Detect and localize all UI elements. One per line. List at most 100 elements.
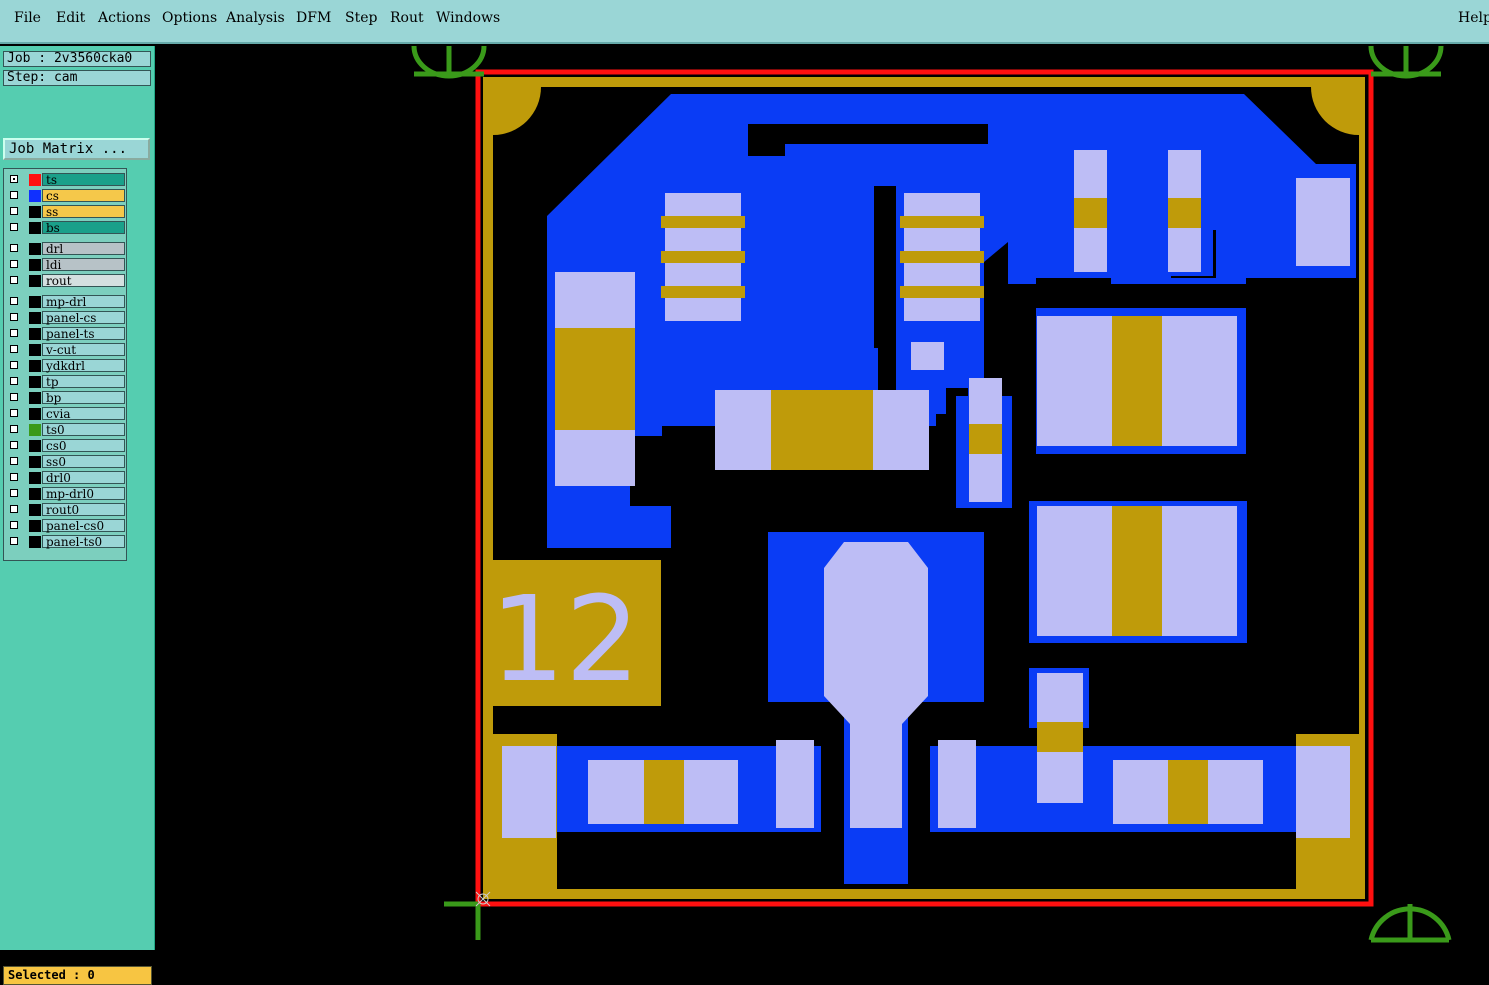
layer-name[interactable]: ydkdrl bbox=[42, 359, 125, 373]
layer-name[interactable]: ss0 bbox=[42, 455, 125, 469]
layer-color-swatch[interactable] bbox=[29, 536, 41, 548]
layer-row-v-cut[interactable]: v-cut bbox=[7, 343, 125, 357]
layer-color-swatch[interactable] bbox=[29, 504, 41, 516]
layer-color-swatch[interactable] bbox=[29, 472, 41, 484]
layer-color-swatch[interactable] bbox=[29, 243, 41, 255]
layer-name[interactable]: bs bbox=[42, 221, 125, 235]
layer-row-panel-ts[interactable]: panel-ts bbox=[7, 327, 125, 341]
layer-name[interactable]: panel-cs0 bbox=[42, 519, 125, 533]
layer-name[interactable]: mp-drl0 bbox=[42, 487, 125, 501]
layer-name[interactable]: drl bbox=[42, 242, 125, 256]
layer-checkbox[interactable] bbox=[10, 345, 18, 353]
layer-name[interactable]: cs bbox=[42, 189, 125, 203]
layer-color-swatch[interactable] bbox=[29, 296, 41, 308]
layer-checkbox[interactable] bbox=[10, 457, 18, 465]
layer-color-swatch[interactable] bbox=[29, 328, 41, 340]
menu-rout[interactable]: Rout bbox=[390, 10, 424, 26]
layer-checkbox[interactable] bbox=[10, 489, 18, 497]
layer-name[interactable]: panel-ts0 bbox=[42, 535, 125, 549]
layer-row-drl[interactable]: drl bbox=[7, 242, 125, 256]
layer-checkbox[interactable] bbox=[10, 521, 18, 529]
layer-checkbox[interactable] bbox=[10, 473, 18, 481]
layer-name[interactable]: panel-cs bbox=[42, 311, 125, 325]
layer-color-swatch[interactable] bbox=[29, 520, 41, 532]
layer-color-swatch[interactable] bbox=[29, 408, 41, 420]
layer-checkbox[interactable] bbox=[10, 223, 18, 231]
layer-checkbox[interactable] bbox=[10, 361, 18, 369]
layer-name[interactable]: tp bbox=[42, 375, 125, 389]
layer-color-swatch[interactable] bbox=[29, 275, 41, 287]
layer-row-ts[interactable]: ts bbox=[7, 173, 125, 187]
layer-name[interactable]: drl0 bbox=[42, 471, 125, 485]
graphics-canvas[interactable]: 12 bbox=[156, 46, 1489, 950]
menu-edit[interactable]: Edit bbox=[56, 10, 85, 26]
menu-options[interactable]: Options bbox=[162, 10, 217, 26]
layer-checkbox[interactable] bbox=[10, 313, 18, 321]
layer-row-drl0[interactable]: drl0 bbox=[7, 471, 125, 485]
layer-color-swatch[interactable] bbox=[29, 344, 41, 356]
layer-row-bs[interactable]: bs bbox=[7, 221, 125, 235]
layer-name[interactable]: ss bbox=[42, 205, 125, 219]
layer-name[interactable]: cvia bbox=[42, 407, 125, 421]
layer-row-panel-cs0[interactable]: panel-cs0 bbox=[7, 519, 125, 533]
layer-row-rout0[interactable]: rout0 bbox=[7, 503, 125, 517]
layer-row-bp[interactable]: bp bbox=[7, 391, 125, 405]
layer-checkbox[interactable] bbox=[10, 425, 18, 433]
layer-color-swatch[interactable] bbox=[29, 259, 41, 271]
layer-row-cs0[interactable]: cs0 bbox=[7, 439, 125, 453]
layer-checkbox[interactable] bbox=[10, 505, 18, 513]
layer-row-ldi[interactable]: ldi bbox=[7, 258, 125, 272]
layer-checkbox[interactable] bbox=[10, 207, 18, 215]
menu-file[interactable]: File bbox=[14, 10, 41, 26]
layer-checkbox[interactable] bbox=[10, 191, 18, 199]
layer-color-swatch[interactable] bbox=[29, 190, 41, 202]
menu-dfm[interactable]: DFM bbox=[296, 10, 331, 26]
layer-row-mp-drl[interactable]: mp-drl bbox=[7, 295, 125, 309]
layer-name[interactable]: bp bbox=[42, 391, 125, 405]
layer-color-swatch[interactable] bbox=[29, 174, 41, 186]
layer-checkbox[interactable] bbox=[10, 329, 18, 337]
layer-checkbox[interactable] bbox=[10, 409, 18, 417]
layer-color-swatch[interactable] bbox=[29, 424, 41, 436]
layer-checkbox[interactable] bbox=[10, 393, 18, 401]
menu-step[interactable]: Step bbox=[345, 10, 377, 26]
layer-checkbox[interactable] bbox=[10, 276, 18, 284]
layer-checkbox[interactable] bbox=[10, 297, 18, 305]
layer-row-panel-ts0[interactable]: panel-ts0 bbox=[7, 535, 125, 549]
layer-row-ydkdrl[interactable]: ydkdrl bbox=[7, 359, 125, 373]
layer-row-mp-drl0[interactable]: mp-drl0 bbox=[7, 487, 125, 501]
layer-name[interactable]: ts bbox=[42, 173, 125, 187]
layer-row-cs[interactable]: cs bbox=[7, 189, 125, 203]
layer-name[interactable]: cs0 bbox=[42, 439, 125, 453]
layer-checkbox[interactable] bbox=[10, 441, 18, 449]
menu-windows[interactable]: Windows bbox=[436, 10, 500, 26]
layer-row-ss[interactable]: ss bbox=[7, 205, 125, 219]
layer-checkbox[interactable] bbox=[10, 260, 18, 268]
layer-color-swatch[interactable] bbox=[29, 440, 41, 452]
layer-color-swatch[interactable] bbox=[29, 206, 41, 218]
layer-color-swatch[interactable] bbox=[29, 222, 41, 234]
layer-color-swatch[interactable] bbox=[29, 360, 41, 372]
layer-checkbox[interactable] bbox=[10, 175, 18, 183]
layer-color-swatch[interactable] bbox=[29, 488, 41, 500]
layer-row-rout[interactable]: rout bbox=[7, 274, 125, 288]
layer-color-swatch[interactable] bbox=[29, 376, 41, 388]
layer-checkbox[interactable] bbox=[10, 377, 18, 385]
layer-row-ts0[interactable]: ts0 bbox=[7, 423, 125, 437]
layer-color-swatch[interactable] bbox=[29, 312, 41, 324]
layer-name[interactable]: rout0 bbox=[42, 503, 125, 517]
layer-name[interactable]: ldi bbox=[42, 258, 125, 272]
layer-color-swatch[interactable] bbox=[29, 456, 41, 468]
layer-checkbox[interactable] bbox=[10, 244, 18, 252]
layer-checkbox[interactable] bbox=[10, 537, 18, 545]
layer-row-ss0[interactable]: ss0 bbox=[7, 455, 125, 469]
layer-row-cvia[interactable]: cvia bbox=[7, 407, 125, 421]
menu-actions[interactable]: Actions bbox=[98, 10, 151, 26]
layer-name[interactable]: panel-ts bbox=[42, 327, 125, 341]
layer-color-swatch[interactable] bbox=[29, 392, 41, 404]
layer-row-tp[interactable]: tp bbox=[7, 375, 125, 389]
layer-row-panel-cs[interactable]: panel-cs bbox=[7, 311, 125, 325]
menu-analysis[interactable]: Analysis bbox=[226, 10, 285, 26]
layer-name[interactable]: mp-drl bbox=[42, 295, 125, 309]
layer-name[interactable]: v-cut bbox=[42, 343, 125, 357]
